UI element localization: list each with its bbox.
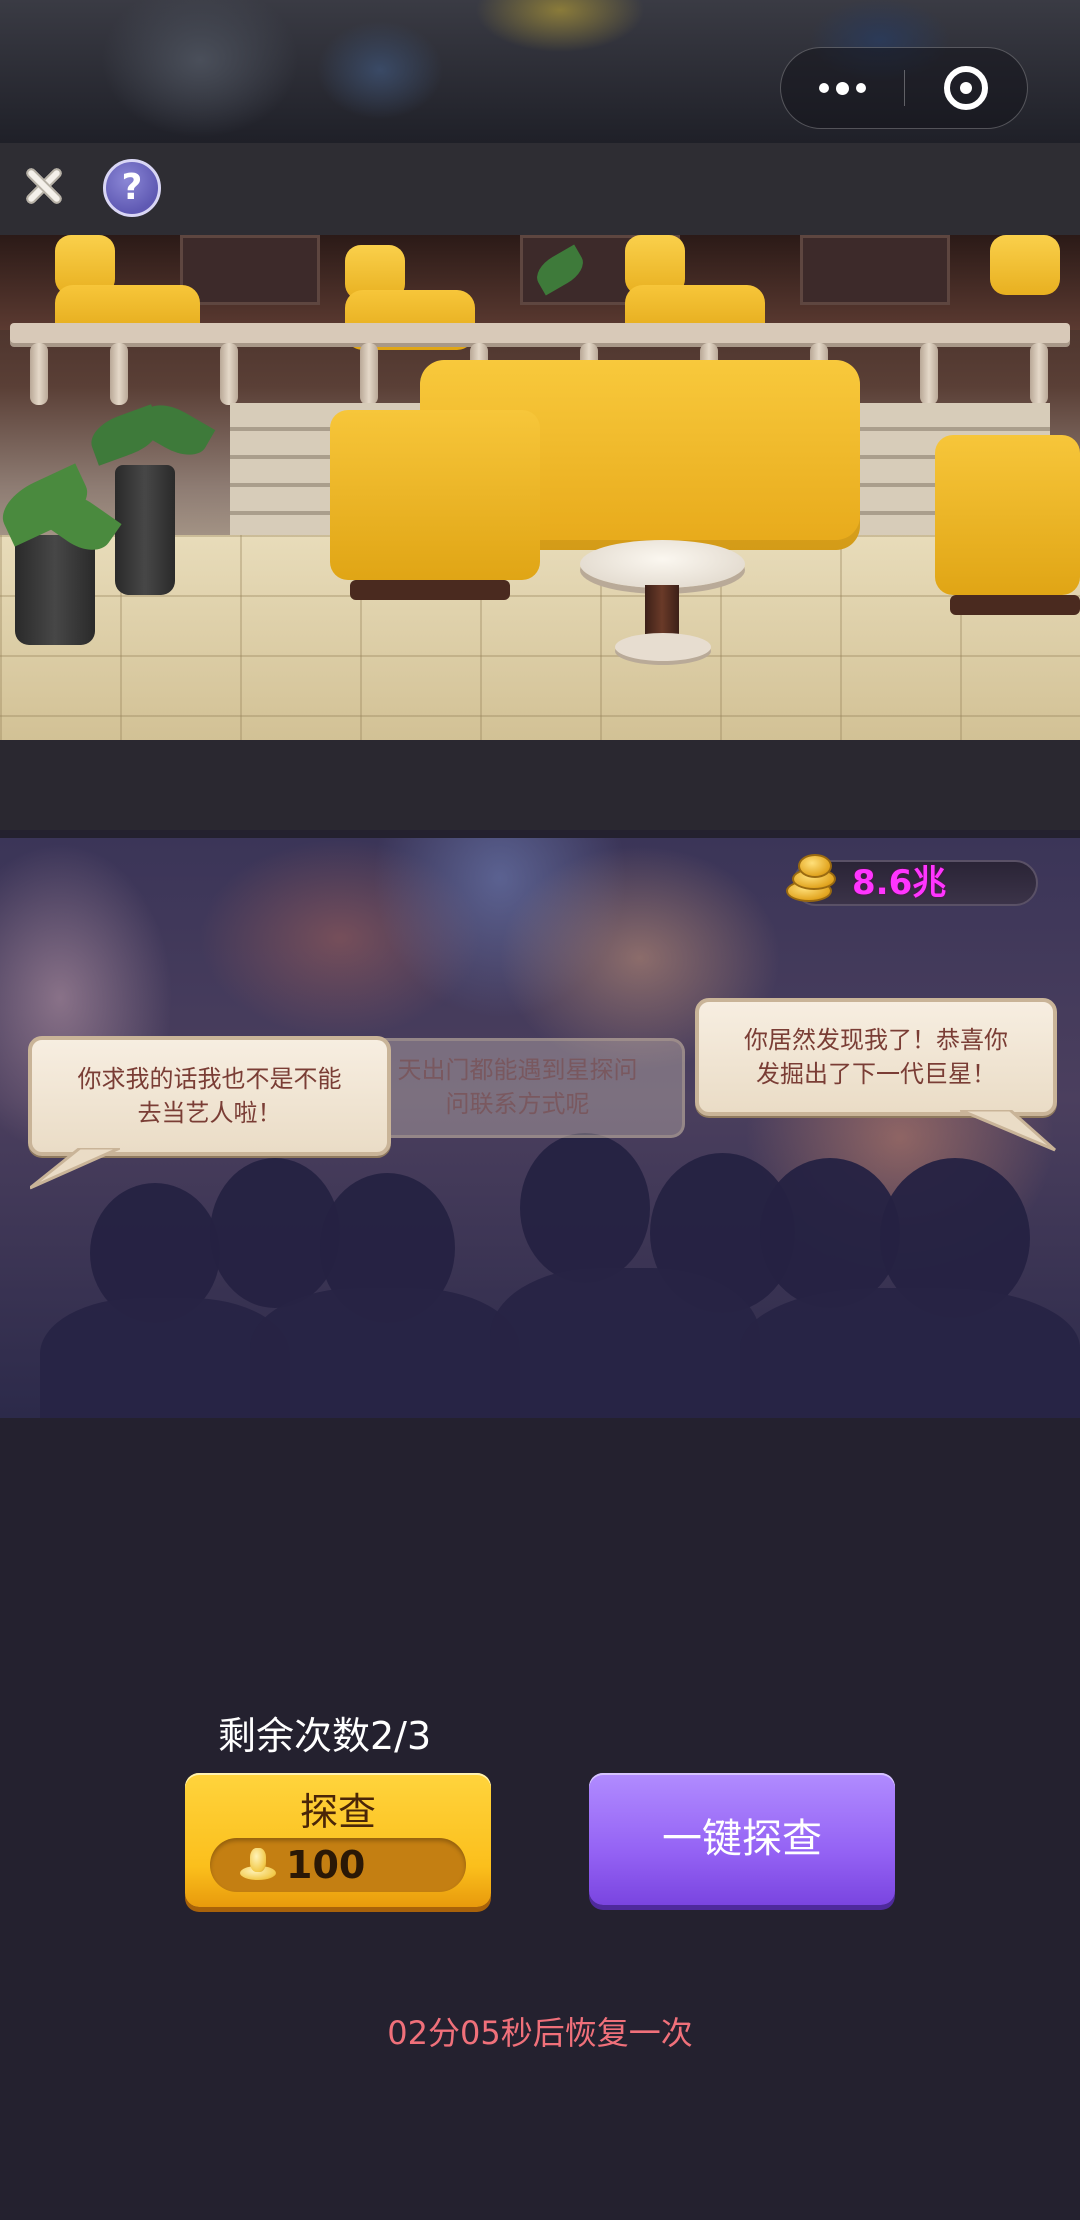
- baluster: [920, 343, 938, 405]
- balustrade-rail: [10, 323, 1070, 343]
- crowd-silhouette: [760, 1158, 900, 1308]
- shoe-coin-icon: [238, 1846, 278, 1884]
- speech-bubble-right: 你居然发现我了！恭喜你 发掘出了下一代巨星！: [695, 998, 1057, 1116]
- bubble-line: 你求我的话我也不是不能: [77, 1065, 342, 1093]
- bubble-tail: [30, 1148, 120, 1190]
- faded-speech-bubble: 天出门都能遇到星探问 问联系方式呢: [350, 1038, 685, 1138]
- investigate-label: 探查: [299, 1790, 376, 1834]
- game-toolbar: ?: [0, 143, 1080, 235]
- help-button[interactable]: ?: [103, 159, 161, 217]
- bubble-line: 发掘出了下一代巨星！: [756, 1060, 996, 1088]
- investigate-cost: 100: [286, 1843, 366, 1887]
- coffee-table: [580, 540, 745, 588]
- baluster: [220, 343, 238, 405]
- armchair-base: [350, 580, 510, 600]
- bubble-line: 去当艺人啦！: [137, 1099, 282, 1127]
- mini-program-close-icon[interactable]: [905, 48, 1028, 128]
- front-armchair-left: [330, 410, 540, 580]
- speech-bubble-left: 你求我的话我也不是不能 去当艺人啦！: [28, 1036, 391, 1156]
- front-armchair-right: [935, 435, 1080, 595]
- bubble-line: 你居然发现我了！恭喜你: [744, 1026, 1008, 1054]
- wall-window: [180, 235, 320, 305]
- currency-value: 8.6兆: [852, 863, 947, 903]
- wall-window: [800, 235, 950, 305]
- coffee-table-base: [615, 633, 711, 661]
- more-dots-icon[interactable]: [781, 48, 904, 128]
- remaining-attempts-label: 剩余次数2/3: [218, 1714, 432, 1758]
- plant-pot: [15, 535, 95, 645]
- crowd-scene: 8.6兆 天出门都能遇到星探问 问联系方式呢 你求我的话我也不是不能 去当艺人啦…: [0, 838, 1080, 1418]
- baluster: [1030, 343, 1048, 405]
- armchair-base: [950, 595, 1080, 615]
- crowd-body: [490, 1268, 760, 1418]
- one-click-investigate-button[interactable]: 一键探查: [589, 1773, 895, 1905]
- separator-band: [0, 740, 1080, 830]
- baluster: [110, 343, 128, 405]
- bubble-tail: [960, 1110, 1056, 1152]
- lobby-scene: [0, 235, 1080, 740]
- close-x-icon[interactable]: [18, 161, 68, 211]
- coffee-table-stem: [645, 585, 679, 640]
- investigate-button[interactable]: 探查 100: [185, 1773, 491, 1907]
- crowd-body: [740, 1288, 1080, 1418]
- bubble-line: 问联系方式呢: [445, 1090, 590, 1118]
- bubble-line: 天出门都能遇到星探问: [397, 1056, 638, 1084]
- mini-program-capsule: [780, 47, 1028, 129]
- baluster: [360, 343, 378, 405]
- crowd-body: [250, 1288, 520, 1418]
- cost-pill: 100: [210, 1838, 466, 1892]
- top-background-strip: [0, 0, 1080, 143]
- armchair: [990, 235, 1060, 295]
- crowd-silhouette: [520, 1133, 650, 1283]
- plant-pot: [115, 465, 175, 595]
- gold-coins-icon: [782, 850, 844, 912]
- recovery-timer: 02分05秒后恢复一次: [387, 2014, 693, 2052]
- baluster: [30, 343, 48, 405]
